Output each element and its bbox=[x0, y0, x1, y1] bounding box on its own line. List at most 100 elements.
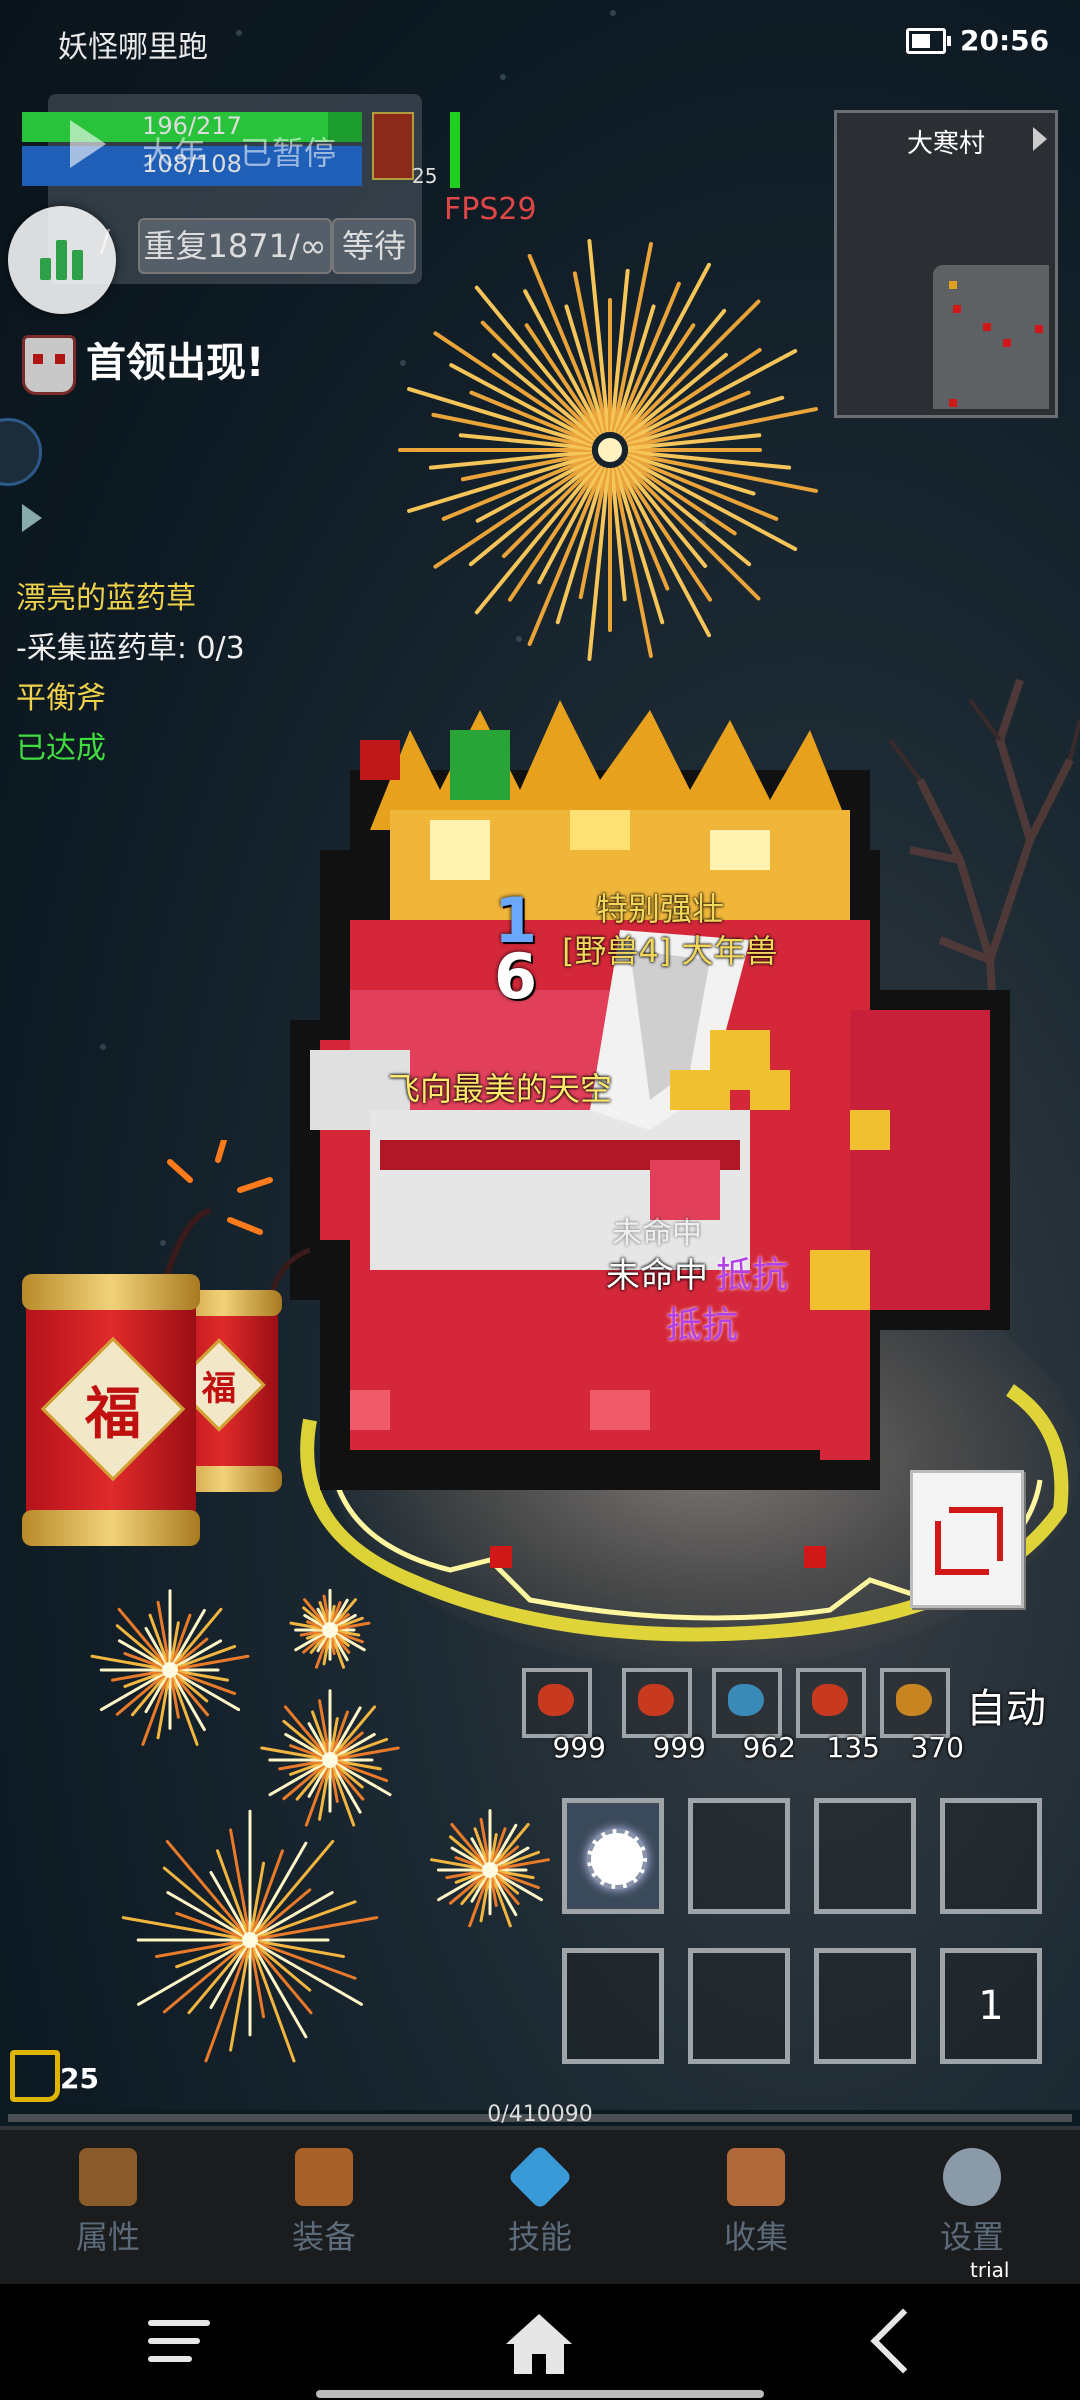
resist-text-2: 抵抗 bbox=[666, 1305, 739, 1346]
miss-ghost-text: 未命中 bbox=[612, 1216, 702, 1251]
boss-alert-text: 首领出现! bbox=[86, 340, 265, 386]
status-bar: 妖怪哪里跑 20:56 bbox=[0, 0, 1080, 80]
item-slot-3[interactable]: 962 bbox=[712, 1668, 796, 1764]
boss-portrait-icon bbox=[372, 112, 414, 180]
quest-tracker[interactable]: 漂亮的蓝药草 -采集蓝药草: 0/3 平衡斧 已达成 bbox=[16, 574, 245, 774]
minimap-enemy-dot bbox=[953, 305, 961, 313]
minimap-enemy-dot bbox=[983, 323, 991, 331]
boss-alert: 首领出现! bbox=[22, 330, 264, 395]
gear-icon bbox=[943, 2148, 1001, 2206]
monster-prefix: 特别强壮 bbox=[596, 890, 725, 928]
menu-item-2[interactable]: 装备 bbox=[254, 2148, 394, 2258]
minimap-expand-icon[interactable] bbox=[1033, 127, 1047, 151]
skull-icon bbox=[22, 335, 76, 395]
minimap-player-dot bbox=[949, 281, 957, 289]
potion-icon bbox=[812, 1684, 848, 1716]
target-lock-button[interactable] bbox=[910, 1470, 1024, 1608]
potion-icon bbox=[638, 1684, 674, 1716]
item-quantity: 962 bbox=[742, 1731, 796, 1764]
repeat-button[interactable]: 重复1871/∞ bbox=[138, 218, 332, 274]
recent-apps-button[interactable] bbox=[148, 2320, 210, 2374]
item-quantity: 999 bbox=[652, 1731, 706, 1764]
quest-status-2: 已达成 bbox=[16, 731, 106, 766]
quest-title-2: 平衡斧 bbox=[16, 681, 106, 716]
minimap-enemy-dot bbox=[1003, 339, 1011, 347]
menu-item-4[interactable]: 收集 bbox=[686, 2148, 826, 2258]
potion-icon bbox=[896, 1684, 932, 1716]
snowflake bbox=[100, 1044, 106, 1050]
ground-marker bbox=[804, 1546, 826, 1568]
item-slot-2[interactable]: 999 bbox=[622, 1668, 706, 1764]
item-quantity: 135 bbox=[826, 1731, 880, 1764]
menu-label: 属性 bbox=[75, 2218, 140, 2256]
boss-hp-indicator bbox=[450, 112, 460, 188]
play-icon[interactable] bbox=[70, 120, 106, 168]
minimap-location: 大寒村 bbox=[906, 129, 985, 159]
resist-text-1: 抵抗 bbox=[716, 1255, 789, 1296]
miss-text: 未命中 bbox=[606, 1256, 708, 1296]
battery-icon bbox=[906, 28, 951, 54]
menu-item-3[interactable]: 技能 bbox=[470, 2144, 610, 2258]
crystal-icon bbox=[507, 2144, 573, 2210]
potion-icon bbox=[728, 1684, 764, 1716]
skill-slot-7[interactable] bbox=[814, 1948, 916, 2064]
skill-page-number: 1 bbox=[978, 1983, 1004, 2029]
skill-slot-2[interactable] bbox=[688, 1798, 790, 1914]
wait-button[interactable]: 等待 bbox=[332, 218, 416, 274]
bag-icon bbox=[295, 2148, 353, 2206]
minimap[interactable]: 大寒村 bbox=[834, 110, 1058, 418]
monster-name: [野兽4] 大年兽 bbox=[562, 932, 778, 970]
side-skill-button[interactable] bbox=[0, 418, 42, 486]
skill-slot-4[interactable] bbox=[940, 1798, 1042, 1914]
menu-label: 装备 bbox=[291, 2218, 356, 2256]
menu-item-5[interactable]: 设置 bbox=[902, 2148, 1042, 2258]
firecracker-large: 福 bbox=[22, 1274, 200, 1546]
item-slot-1[interactable]: 999 bbox=[522, 1668, 606, 1764]
stats-bars-icon bbox=[40, 240, 84, 280]
boss-level: 25 bbox=[412, 164, 438, 188]
home-indicator bbox=[316, 2390, 764, 2398]
clock: 20:56 bbox=[960, 24, 1050, 57]
system-nav-bar bbox=[0, 2284, 1080, 2400]
home-icon[interactable] bbox=[504, 2312, 574, 2376]
exp-text: 0/410090 bbox=[487, 2102, 593, 2127]
menu-label: 设置 bbox=[939, 2218, 1004, 2256]
menu-label: 收集 bbox=[723, 2218, 788, 2256]
app-title: 妖怪哪里跑 bbox=[58, 30, 208, 65]
menu-item-1[interactable]: 属性 bbox=[38, 2148, 178, 2258]
item-slot-4[interactable]: 135 bbox=[796, 1668, 880, 1764]
player-level: 25 bbox=[60, 2062, 99, 2095]
firework-burst-bottom bbox=[90, 1588, 550, 2063]
item-quantity: 370 bbox=[910, 1731, 964, 1764]
snowflake-skill-icon bbox=[587, 1829, 647, 1889]
skill-slot-1[interactable] bbox=[562, 1798, 664, 1914]
quest-title: 漂亮的蓝药草 bbox=[16, 581, 196, 616]
helmet-icon bbox=[79, 2148, 137, 2206]
potion-icon bbox=[538, 1684, 574, 1716]
skill-slot-5[interactable] bbox=[562, 1948, 664, 2064]
game-scene: 特别强壮 [野兽4] 大年兽 1 6 飞向最美的天空 未命中 未命中 抵抗 抵抗… bbox=[0, 0, 1080, 2110]
paused-label[interactable]: 已暂停 bbox=[240, 128, 336, 174]
skill-slot-3[interactable] bbox=[814, 1798, 916, 1914]
fu-character: 福 bbox=[202, 1368, 236, 1409]
book-icon bbox=[727, 2148, 785, 2206]
bottom-menu: 属性 装备 技能 收集 设置 bbox=[0, 2126, 1080, 2288]
quest-objective: -采集蓝药草: 0/3 bbox=[16, 631, 245, 666]
target-frame-icon bbox=[929, 1501, 1009, 1581]
skill-slot-6[interactable] bbox=[688, 1948, 790, 2064]
firework-burst-large bbox=[398, 239, 818, 661]
item-slot-5[interactable]: 370 bbox=[880, 1668, 964, 1764]
back-button[interactable] bbox=[870, 2308, 936, 2374]
skill-page-button[interactable]: 1 bbox=[940, 1948, 1042, 2064]
auto-button[interactable]: 自动 bbox=[966, 1676, 1046, 1734]
menu-label: 技能 bbox=[507, 2218, 572, 2256]
skill-name-text: 飞向最美的天空 bbox=[388, 1070, 613, 1108]
expand-arrow-icon[interactable] bbox=[22, 504, 42, 532]
item-quantity: 999 bbox=[552, 1731, 606, 1764]
minimap-enemy-dot bbox=[949, 399, 957, 407]
minimap-enemy-dot bbox=[1035, 325, 1043, 333]
damage-number-2: 6 bbox=[494, 940, 538, 1013]
level-icon bbox=[10, 2050, 60, 2102]
floating-assist-ball[interactable] bbox=[8, 206, 116, 314]
boss-name-overlay: 大年 bbox=[142, 134, 207, 172]
